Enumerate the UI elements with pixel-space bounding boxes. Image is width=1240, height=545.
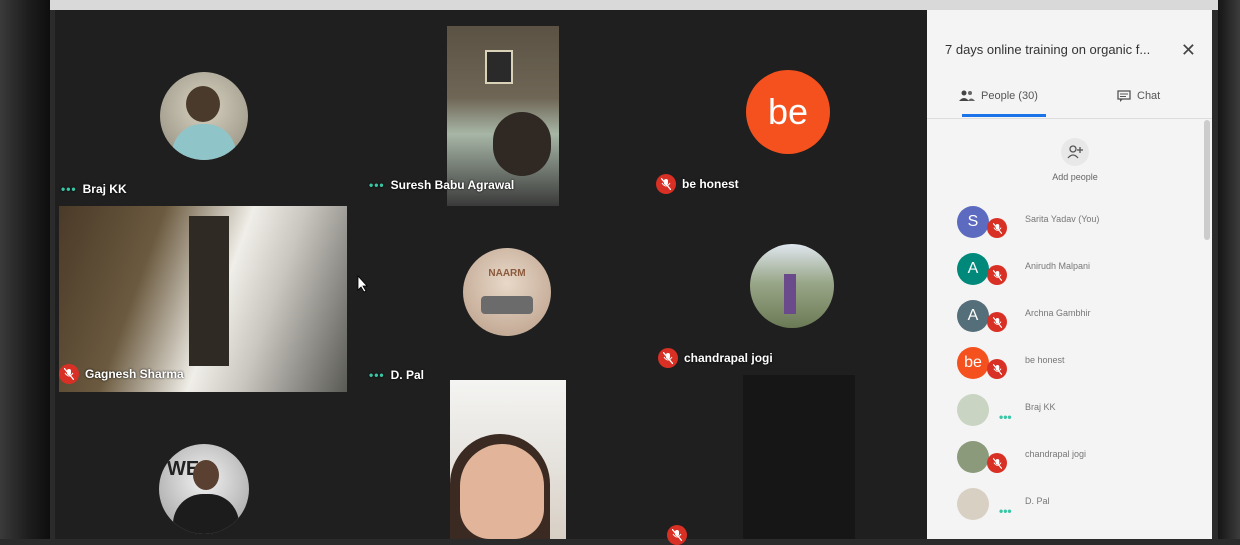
participant-tile[interactable]: WE [55, 396, 350, 539]
participant-name-row: Gagnesh Sharma [59, 364, 184, 384]
people-icon [959, 90, 975, 101]
avatar: A [957, 253, 989, 285]
participant-tile[interactable]: ••• Braj KK [55, 10, 345, 206]
mic-off-icon [987, 265, 1007, 285]
tab-people-label: People (30) [981, 90, 1038, 102]
participant-tile[interactable]: Gagnesh Sharma [55, 206, 350, 396]
mic-off-icon [987, 218, 1007, 238]
person-row[interactable]: ••• Braj KK [957, 394, 1197, 430]
tab-chat-label: Chat [1137, 90, 1161, 102]
person-row[interactable]: A Archna Gambhir [957, 300, 1197, 336]
participant-avatar: WE [159, 444, 249, 534]
person-name: Braj KK [1025, 402, 1056, 412]
participant-tile[interactable]: be be honest [650, 10, 927, 206]
people-panel: 7 days online training on organic f... ✕… [927, 10, 1212, 539]
add-people-label: Add people [1052, 172, 1098, 182]
participant-name: D. Pal [390, 368, 424, 382]
speaking-indicator-icon: ••• [999, 410, 1012, 424]
tab-chat[interactable]: Chat [1117, 90, 1160, 102]
person-row[interactable]: chandrapal jogi [957, 441, 1197, 477]
person-name: Sarita Yadav (You) [1025, 214, 1100, 224]
scrollbar[interactable] [1204, 120, 1210, 240]
participant-tile[interactable]: chandrapal jogi [650, 206, 927, 396]
participant-avatar: be [746, 70, 830, 154]
person-row[interactable]: ••• D. Pal [957, 488, 1197, 524]
participant-avatar [750, 244, 834, 328]
avatar [957, 488, 989, 520]
participant-name-row: chandrapal jogi [658, 348, 773, 368]
speaking-indicator-icon: ••• [369, 368, 385, 382]
participant-name-row: be honest [656, 174, 739, 194]
participant-avatar [160, 72, 248, 160]
participant-name: Gagnesh Sharma [85, 367, 184, 381]
participant-name: Braj KK [82, 182, 127, 196]
avatar: be [957, 347, 989, 379]
speaking-indicator-icon: ••• [61, 182, 77, 196]
meeting-title: 7 days online training on organic f... [945, 42, 1151, 57]
tab-people[interactable]: People (30) [959, 90, 1038, 102]
mic-off-icon [658, 348, 678, 368]
participant-avatar: NAARM [463, 248, 551, 336]
avatar: A [957, 300, 989, 332]
video-grid: ••• Braj KK ••• Suresh Babu Agrawal be b… [55, 10, 927, 545]
mic-off-icon [987, 359, 1007, 379]
add-people-button[interactable]: Add people [1035, 138, 1115, 182]
participant-name-row: ••• Braj KK [61, 182, 127, 196]
participant-tile[interactable] [655, 375, 927, 545]
mic-off-icon [656, 174, 676, 194]
speaking-indicator-icon: ••• [369, 178, 385, 192]
avatar [957, 441, 989, 473]
chat-icon [1117, 90, 1131, 102]
active-tab-indicator [962, 114, 1046, 117]
participant-name: Suresh Babu Agrawal [390, 178, 515, 192]
participant-tile[interactable] [450, 380, 570, 539]
close-icon[interactable]: ✕ [1181, 40, 1196, 61]
participant-name-row [667, 525, 693, 545]
person-row[interactable]: A Anirudh Malpani [957, 253, 1197, 289]
participant-name: chandrapal jogi [684, 351, 773, 365]
person-row[interactable]: S Sarita Yadav (You) [957, 206, 1197, 242]
mic-off-icon [59, 364, 79, 384]
participant-name-row: ••• D. Pal [369, 368, 424, 382]
monitor-bezel-top [50, 0, 1218, 10]
participant-video [743, 375, 855, 539]
person-name: be honest [1025, 355, 1065, 365]
person-name: Anirudh Malpani [1025, 261, 1091, 271]
mic-off-icon [987, 453, 1007, 473]
mic-off-icon [667, 525, 687, 545]
mic-off-icon [987, 312, 1007, 332]
person-row[interactable]: be be honest [957, 347, 1197, 383]
divider [927, 118, 1212, 119]
avatar: S [957, 206, 989, 238]
add-person-icon [1061, 138, 1089, 166]
avatar [957, 394, 989, 426]
person-name: chandrapal jogi [1025, 449, 1087, 459]
participant-name-row: ••• Suresh Babu Agrawal [369, 178, 514, 192]
person-name: D. Pal [1025, 496, 1050, 506]
participant-video [450, 380, 566, 539]
monitor-bezel-right [1218, 0, 1240, 539]
participant-name: be honest [682, 177, 739, 191]
participant-tile[interactable]: ••• Suresh Babu Agrawal [355, 10, 645, 206]
speaking-indicator-icon: ••• [999, 504, 1012, 518]
person-name: Archna Gambhir [1025, 308, 1091, 318]
participant-tile[interactable]: NAARM ••• D. Pal [355, 206, 645, 396]
monitor-bezel-left [0, 0, 50, 539]
